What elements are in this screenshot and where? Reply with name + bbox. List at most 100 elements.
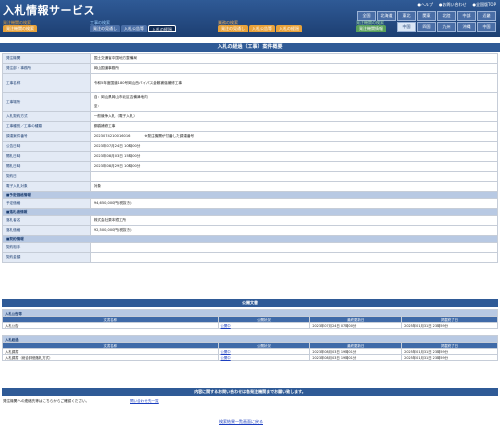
- help-link[interactable]: ●ヘルプ: [418, 2, 434, 8]
- contact-text: 発注機関への連絡先等はこちらからご確認ください。: [3, 399, 90, 403]
- contact-title: 内容に関するお問い合わせは各発注機関までお願い致します。: [2, 388, 498, 396]
- row-label: 発注部・事務所: [2, 63, 91, 74]
- row-value: 2023074210016016 ※発注機関が付番した調達番号: [89, 131, 499, 142]
- progress-documents-table: 入札経過 文書名称 公開状況 最終更新日 掲載終了日 入札調書 公開中 2023…: [2, 335, 498, 361]
- region-tab[interactable]: 中国: [477, 22, 496, 32]
- row-label: 開札日時: [2, 151, 91, 162]
- detail-row: 発注機関 国土交通省中国地方整備局: [2, 53, 499, 64]
- row-label: 調達案件番号: [2, 131, 91, 142]
- region-tabs-row2: 中国 四国 九州 沖縄 中国: [397, 22, 496, 32]
- row-label: 落札価格: [2, 225, 91, 236]
- nav-tab-notice-service[interactable]: 入札公告等: [249, 25, 275, 32]
- detail-row: 開札日時 2023年08月03日 15時00分: [2, 151, 499, 162]
- row-value: 一般競争入札（電子入札）: [89, 111, 499, 122]
- nav-group-agency: 発注機関の検索 発注機関の検索: [3, 20, 37, 32]
- region-tab[interactable]: 北陸: [437, 11, 456, 21]
- row-value: 岡山国道事務所: [89, 63, 499, 74]
- nav-tab-notice[interactable]: 入札公告等: [121, 25, 147, 32]
- row-value: [89, 252, 499, 263]
- procurement-note: ※発注機関が付番した調達番号: [144, 134, 195, 138]
- region-tab-selected[interactable]: 中国: [397, 22, 416, 32]
- detail-row: 工事名称 令和5年度国道180号岡山西バイパス倉敷補強補修工事: [2, 73, 499, 93]
- row-label: 契約相手: [2, 242, 91, 253]
- page-title: 入札の経過（工事）案件概要: [0, 43, 500, 52]
- doc-status-link[interactable]: 公開中: [221, 324, 231, 328]
- nav-tab-agency-info[interactable]: 発注機関情報: [356, 25, 386, 32]
- region-tab[interactable]: 沖縄: [457, 22, 476, 32]
- detail-row: 公告日時 2023年07月24日 10時00分: [2, 141, 499, 152]
- nav-tab-progress-service[interactable]: 入札の経過: [276, 25, 302, 32]
- section-header-winner: ■落札者情報: [2, 208, 498, 216]
- row-value: 株式会社栗本鐵工所: [89, 215, 499, 226]
- nav-tab-outlook[interactable]: 発注の見通し: [90, 25, 120, 32]
- row-label: 開札日時: [2, 161, 91, 172]
- detail-row: 落札者名 株式会社栗本鐵工所: [2, 215, 499, 226]
- detail-row: 工事種別／工事の種類 鋼橋補修工事: [2, 121, 499, 132]
- region-tab[interactable]: 東北: [397, 11, 416, 21]
- national-top-link[interactable]: ●全国版TOP: [473, 2, 497, 8]
- detail-table: 発注機関 国土交通省中国地方整備局 発注部・事務所 岡山国道事務所 工事名称 令和5年…: [2, 53, 499, 263]
- nav-group-service: 業務の検索 発注の見通し 入札公告等 入札の経過: [218, 20, 302, 32]
- row-label: 落札者名: [2, 215, 91, 226]
- notice-documents-table: 入札公告等 文書名称 公開状況 最終更新日 掲載終了日 入札公告 公開中 202…: [2, 309, 498, 329]
- region-tab[interactable]: 中部: [457, 11, 476, 21]
- row-label: 予定価格: [2, 198, 91, 209]
- row-label: 電子入札対象: [2, 181, 91, 192]
- row-label: 工事種別／工事の種類: [2, 121, 91, 132]
- row-value: 2023年08月29日 10時00分: [89, 161, 499, 172]
- row-value: 2023年08月03日 15時00分: [89, 151, 499, 162]
- detail-row: 契約金額: [2, 252, 499, 263]
- row-value: [89, 171, 499, 182]
- procurement-number: 2023074210016016: [93, 134, 131, 138]
- detail-row: 電子入札対象 対象: [2, 181, 499, 192]
- doc-status-link[interactable]: 公開中: [221, 356, 231, 360]
- section-title: 入札経過: [2, 335, 498, 343]
- row-value: 令和5年度国道180号岡山西バイパス倉敷補強補修工事: [89, 73, 499, 93]
- row-value: [89, 242, 499, 253]
- nav-tab-agency-search[interactable]: 発注機関の検索: [3, 25, 37, 32]
- detail-row: 入札契約方式 一般競争入札（電子入札）: [2, 111, 499, 122]
- detail-row: 工事場所 自：岡山県岡山市北区吉備津地内 至：: [2, 92, 499, 112]
- nav-tab-progress-active[interactable]: 入札の経過: [148, 25, 176, 32]
- row-value: 92,500,000円(税抜き): [89, 225, 499, 236]
- nav-group-construction: 工事の検索 発注の見通し 入札公告等 入札の経過: [90, 20, 176, 32]
- contact-link-header[interactable]: ●お問い合わせ: [439, 2, 467, 8]
- detail-row: 落札価格 92,500,000円(税抜き): [2, 225, 499, 236]
- location-to: 至：: [93, 104, 101, 108]
- detail-row: 予定価格 94,650,000円(税抜き): [2, 198, 499, 209]
- region-tab[interactable]: 九州: [437, 22, 456, 32]
- doc-end: 2025年01月31日 23時59分: [401, 322, 498, 329]
- row-value: 鋼橋補修工事: [89, 121, 499, 132]
- row-value: 国土交通省中国地方整備局: [89, 53, 499, 64]
- contact-list-link[interactable]: 問い合わせ先一覧: [130, 399, 159, 404]
- row-label: 入札契約方式: [2, 111, 91, 122]
- section-header-budget: ■予定価格情報: [2, 191, 498, 199]
- table-row: 入札調書（総合評価落札方式） 公開中 2023年08月03日 19時01分 20…: [2, 354, 498, 361]
- row-value: 自：岡山県岡山市北区吉備津地内 至：: [89, 92, 499, 112]
- region-tab[interactable]: 関東: [417, 11, 436, 21]
- site-logo[interactable]: 入札情報サービス: [3, 2, 99, 17]
- doc-name: 入札調書（総合評価落札方式）: [2, 354, 219, 361]
- nav-tab-outlook-service[interactable]: 発注の見通し: [218, 25, 248, 32]
- row-label: 契約日: [2, 171, 91, 182]
- back-to-results-link[interactable]: 検索結果一覧画面に戻る: [219, 419, 263, 425]
- doc-status-link[interactable]: 公開中: [221, 350, 231, 354]
- detail-row: 開札日時 2023年08月29日 10時00分: [2, 161, 499, 172]
- table-row: 入札公告 公開中 2023年07月24日 07時00分 2025年01月31日 …: [2, 322, 498, 329]
- doc-end: 2025年01月31日 23時59分: [401, 354, 498, 361]
- region-tab[interactable]: 四国: [417, 22, 436, 32]
- region-tab[interactable]: 近畿: [477, 11, 496, 21]
- detail-row: 発注部・事務所 岡山国道事務所: [2, 63, 499, 74]
- row-value: 2023年07月24日 10時00分: [89, 141, 499, 152]
- section-header-contract: ■契約情報: [2, 235, 498, 243]
- row-label: 発注機関: [2, 53, 91, 64]
- row-label: 工事場所: [2, 92, 91, 112]
- row-label: 工事名称: [2, 73, 91, 93]
- row-value: 94,650,000円(税抜き): [89, 198, 499, 209]
- detail-row: 調達案件番号 2023074210016016 ※発注機関が付番した調達番号: [2, 131, 499, 142]
- doc-name: 入札公告: [2, 322, 219, 329]
- doc-status[interactable]: 公開中: [217, 322, 311, 329]
- row-label: 公告日時: [2, 141, 91, 152]
- header-links: ●ヘルプ ●お問い合わせ ●全国版TOP: [418, 2, 497, 8]
- section-title: 入札公告等: [2, 309, 498, 317]
